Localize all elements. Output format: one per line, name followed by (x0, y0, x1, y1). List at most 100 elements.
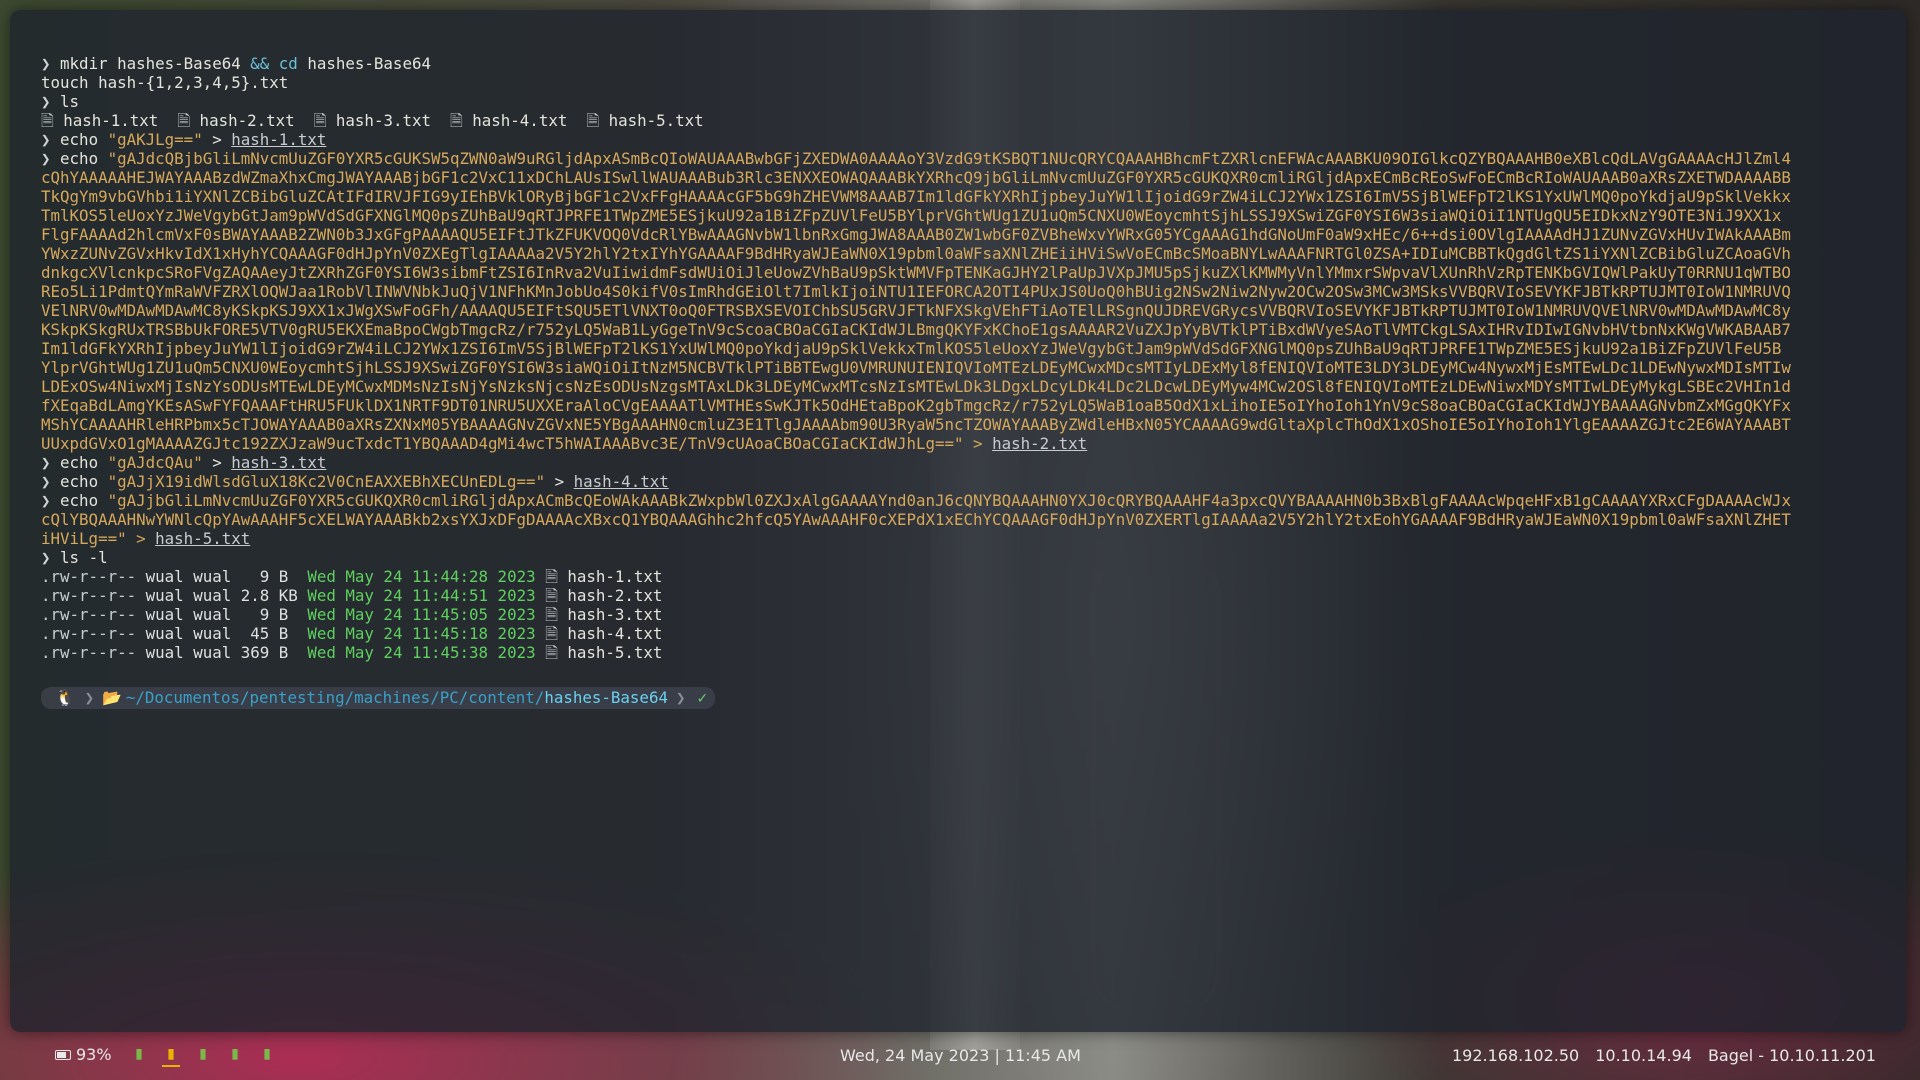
terminal-line: FlgFAAAAd2hlcmVxF0sBWAYAAAB2ZWN0b3JxGFgP… (41, 225, 1891, 244)
command-text (269, 54, 279, 73)
terminal-line: .rw-r--r-- wual wual 9 B Wed May 24 11:4… (41, 567, 1891, 586)
string-continuation: VElNRV0wMDAwMDAwMC8yKSkpKSJ9XX1xJWgXSwFo… (41, 301, 1791, 320)
terminal-line: ❯ echo "gAJdcQBjbGliLmNvcmUuZGF0YXR5cGUK… (41, 149, 1891, 168)
separator-icon: ❯ (671, 687, 690, 709)
file-icon: 🗎 (545, 624, 558, 643)
file-owner: wual (145, 567, 184, 586)
file-icon: 🗎 (586, 111, 600, 130)
clock: Wed, 24 May 2023 | 11:45 AM (840, 1046, 1081, 1065)
terminal-line: UUxpdGVxO1gMAAAAZGJtc192ZXJzaW9ucTxdcT1Y… (41, 434, 1891, 453)
command-text: mkdir hashes-Base64 (60, 54, 251, 73)
command-text: echo (60, 472, 108, 491)
terminal-line: 🗎 hash-1.txt 🗎 hash-2.txt 🗎 hash-3.txt 🗎… (41, 111, 1891, 130)
terminal-line: ❯ echo "gAJjbGliLmNvcmUuZGF0YXR5cGUKQXR0… (41, 491, 1891, 510)
file-name: hash-3.txt (557, 605, 663, 624)
file-name: hash-2.txt (190, 111, 314, 130)
prompt-symbol: ❯ (41, 149, 61, 168)
file-icon: 🗎 (545, 586, 558, 605)
file-date: Wed May 24 11:44:51 2023 (307, 586, 536, 605)
string-continuation: TmlKOS5leUoxYzJWeVgybGtJam9pWVdSdGFXNGlM… (41, 206, 1782, 225)
file-permissions: .rw-r--r-- (41, 567, 146, 586)
current-path: 📂 ~/Documentos/pentesting/machines/PC/con… (98, 687, 672, 709)
terminal-line: VElNRV0wMDAwMDAwMC8yKSkpKSJ9XX1xJWgXSwFo… (41, 301, 1891, 320)
prompt-symbol: ❯ (41, 92, 61, 111)
file-group: wual (193, 605, 232, 624)
workspace-3-icon[interactable]: ▮ (194, 1043, 212, 1065)
string-continuation: dnkgcXVlcnkpcSRoFVgZAQAAeyJtZXRhZGF0YSI6… (41, 263, 1791, 282)
battery-icon (55, 1049, 71, 1060)
status-bar: 93% ▮ ▮ ▮ ▮ ▮ Wed, 24 May 2023 | 11:45 AM 19… (0, 1038, 1920, 1074)
file-owner: wual (145, 605, 184, 624)
terminal-line: .rw-r--r-- wual wual 45 B Wed May 24 11:… (41, 624, 1891, 643)
file-owner: wual (145, 624, 184, 643)
terminal-line: cQhYAAAAAHEJWAYAAABzdWZmaXhxCmgJWAYAAABj… (41, 168, 1891, 187)
string-continuation: UUxpdGVxO1gMAAAAZGJtc192ZXJzaW9ucTxdcT1Y… (41, 434, 993, 453)
file-group: wual (193, 624, 232, 643)
file-icon: 🗎 (41, 111, 54, 130)
workspace-2-icon[interactable]: ▮ (162, 1043, 180, 1067)
command-text: echo (60, 130, 108, 149)
terminal-line: REo5Li1PdmtQYmRaWVFZRXlOQWJaa1RobVlINWVN… (41, 282, 1891, 301)
terminal-line: ❯ mkdir hashes-Base64 && cd hashes-Base6… (41, 54, 1891, 73)
file-name: hash-1.txt (53, 111, 178, 130)
vpn-ip: 10.10.14.94 (1595, 1046, 1692, 1065)
prompt-symbol: ❯ (41, 453, 61, 472)
file-icon: 🗎 (545, 567, 558, 586)
file-icon: 🗎 (545, 605, 558, 624)
file-name: hash-2.txt (557, 586, 663, 605)
file-owner: wual (145, 586, 184, 605)
file-date: Wed May 24 11:45:18 2023 (307, 624, 536, 643)
separator-icon: ❯ (80, 687, 99, 709)
string-literal: "gAKJLg==" (107, 130, 203, 149)
folder-icon: 📂 (102, 688, 122, 707)
terminal-line: ❯ ls -l (41, 548, 1891, 567)
workspace-1-icon[interactable]: ▮ (130, 1043, 148, 1065)
terminal-window[interactable]: ❯ mkdir hashes-Base64 && cd hashes-Base6… (10, 10, 1906, 1032)
terminal-line: iHViLg==" > hash-5.txt (41, 529, 1891, 548)
battery-percent: 93% (76, 1045, 112, 1064)
file-link: hash-2.txt (992, 434, 1088, 453)
string-literal: "gAJjbGliLmNvcmUuZGF0YXR5cGUKQXR0cmliRGl… (107, 491, 1791, 510)
prompt-symbol: ❯ (41, 472, 61, 491)
string-literal: "gAJdcQBjbGliLmNvcmUuZGF0YXR5cGUKSW5qZWN… (107, 149, 1791, 168)
file-icon: 🗎 (545, 643, 558, 662)
file-date: Wed May 24 11:44:28 2023 (307, 567, 536, 586)
local-ip: 192.168.102.50 (1452, 1046, 1580, 1065)
prompt-symbol: ❯ (41, 54, 61, 73)
workspace-5-icon[interactable]: ▮ (258, 1043, 276, 1065)
file-group: wual (193, 586, 232, 605)
command-text: cd (278, 54, 298, 73)
terminal-line: KSkpKSkgRUxTRSBbUkFORE5VTV0gRU5EKXEmaBpo… (41, 320, 1891, 339)
prompt-symbol: ❯ (41, 130, 61, 149)
terminal-line: MShYCAAAAHRleHRPbmx5cTJOWAYAAAB0aXRsZXNx… (41, 415, 1891, 434)
target-host: Bagel - 10.10.11.201 (1707, 1046, 1876, 1065)
terminal-line: ❯ echo "gAJdcQAu" > hash-3.txt (41, 453, 1891, 472)
string-continuation: Im1ldGFkYXRhIjpbeyJuYW1lIjoidG9rZW4iLCJ2… (41, 339, 1782, 358)
terminal-line: TmlKOS5leUoxYzJWeVgybGtJam9pWVdSdGFXNGlM… (41, 206, 1891, 225)
file-link: hash-1.txt (231, 130, 327, 149)
file-size: 9 B (240, 567, 298, 586)
string-literal: "gAJdcQAu" (107, 453, 203, 472)
string-continuation: YWxzZUNvZGVxHkvIdX1xHyhYCQAAAGF0dHJpYnV0… (41, 244, 1791, 263)
terminal-line: dnkgcXVlcnkpcSRoFVgZAQAAeyJtZXRhZGF0YSI6… (41, 263, 1891, 282)
file-name: hash-5.txt (557, 643, 663, 662)
terminal-line: ❯ echo "gAKJLg==" > hash-1.txt (41, 130, 1891, 149)
string-continuation: YlprVGhtWUg1ZU1uQm5CNXU0WEoycmhtSjhLSSJ9… (41, 358, 1791, 377)
file-permissions: .rw-r--r-- (41, 586, 146, 605)
file-permissions: .rw-r--r-- (41, 643, 146, 662)
file-size: 2.8 KB (240, 586, 298, 605)
file-link: hash-3.txt (231, 453, 327, 472)
command-text: > (202, 130, 232, 149)
terminal-line: TkQgYm9vbGVhbi1iYXNlZCBibGluZCAtIFdIRVJF… (41, 187, 1891, 206)
terminal-output: ❯ mkdir hashes-Base64 && cd hashes-Base6… (41, 54, 1891, 709)
command-text: ls (60, 92, 80, 111)
terminal-line: fXEqaBdLAmgYKEsASwFYFQAAAFtHRU5FUklDX1NR… (41, 396, 1891, 415)
path-current: hashes-Base64 (544, 688, 668, 707)
command-text: ls -l (60, 548, 108, 567)
network-info: 192.168.102.50 10.10.14.94 Bagel - 10.10… (1452, 1046, 1876, 1065)
success-check-icon: ✓ (689, 687, 715, 709)
path-prefix: ~/Documentos/pentesting/machines/PC/cont… (125, 688, 545, 707)
workspace-4-icon[interactable]: ▮ (226, 1043, 244, 1065)
linux-icon: 🐧 (41, 687, 81, 709)
file-name: hash-5.txt (599, 111, 704, 130)
